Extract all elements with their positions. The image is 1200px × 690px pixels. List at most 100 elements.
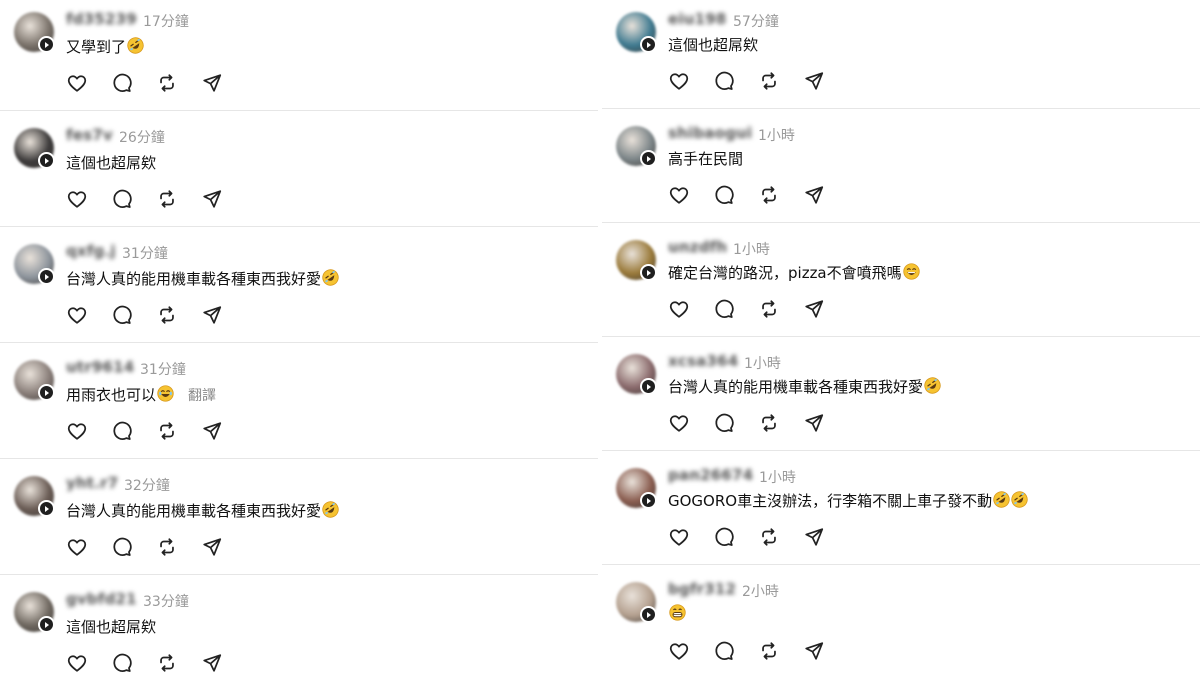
follow-badge-icon[interactable] bbox=[640, 264, 657, 281]
username[interactable]: utr9614 bbox=[66, 358, 134, 376]
action-bar bbox=[668, 526, 848, 548]
follow-badge-icon[interactable] bbox=[640, 150, 657, 167]
repost-icon[interactable] bbox=[758, 526, 803, 548]
comment-icon[interactable] bbox=[713, 412, 758, 434]
comment-body: GOGORO車主沒辦法，行李箱不關上車子發不動 bbox=[668, 492, 993, 510]
send-icon[interactable] bbox=[803, 640, 848, 662]
comment-separator bbox=[0, 574, 598, 575]
repost-icon[interactable] bbox=[758, 184, 803, 206]
comment-text: 台灣人真的能用機車載各種東西我好愛 bbox=[668, 376, 941, 398]
follow-badge-icon[interactable] bbox=[38, 616, 55, 633]
heart-icon[interactable] bbox=[668, 70, 713, 92]
comment-body: 這個也超屌欸 bbox=[668, 36, 759, 54]
comment-icon[interactable] bbox=[111, 188, 156, 210]
heart-icon[interactable] bbox=[66, 188, 111, 210]
comment-text bbox=[668, 604, 686, 625]
comment-item: shibaogui 1小時 高手在民間 bbox=[602, 114, 1200, 224]
comment-item: qxfg.j 31分鐘 台灣人真的能用機車載各種東西我好愛 bbox=[0, 232, 598, 342]
timestamp: 2小時 bbox=[742, 584, 779, 600]
comment-icon[interactable] bbox=[713, 640, 758, 662]
comment-icon[interactable] bbox=[713, 70, 758, 92]
repost-icon[interactable] bbox=[758, 70, 803, 92]
send-icon[interactable] bbox=[803, 526, 848, 548]
comment-icon[interactable] bbox=[713, 526, 758, 548]
username[interactable]: bgfr312 bbox=[668, 580, 736, 598]
follow-badge-icon[interactable] bbox=[640, 606, 657, 623]
comment-body: 這個也超屌欸 bbox=[66, 154, 157, 172]
repost-icon[interactable] bbox=[758, 298, 803, 320]
heart-icon[interactable] bbox=[66, 536, 111, 558]
action-bar bbox=[668, 184, 848, 206]
heart-icon[interactable] bbox=[668, 640, 713, 662]
follow-badge-icon[interactable] bbox=[38, 36, 55, 53]
username[interactable]: qxfg.j bbox=[66, 242, 116, 260]
username[interactable]: xcsa364 bbox=[668, 352, 738, 370]
follow-badge-icon[interactable] bbox=[38, 268, 55, 285]
repost-icon[interactable] bbox=[156, 536, 201, 558]
heart-icon[interactable] bbox=[668, 298, 713, 320]
heart-icon[interactable] bbox=[66, 652, 111, 674]
comment-item: utr9614 31分鐘 用雨衣也可以 翻譯 bbox=[0, 348, 598, 458]
heart-icon[interactable] bbox=[66, 72, 111, 94]
repost-icon[interactable] bbox=[758, 412, 803, 434]
comment-icon[interactable] bbox=[111, 652, 156, 674]
send-icon[interactable] bbox=[201, 420, 246, 442]
follow-badge-icon[interactable] bbox=[38, 384, 55, 401]
follow-badge-icon[interactable] bbox=[640, 36, 657, 53]
joy-emoji-icon bbox=[157, 385, 174, 406]
repost-icon[interactable] bbox=[156, 72, 201, 94]
heart-icon[interactable] bbox=[668, 412, 713, 434]
heart-icon[interactable] bbox=[668, 184, 713, 206]
send-icon[interactable] bbox=[803, 184, 848, 206]
comment-icon[interactable] bbox=[111, 72, 156, 94]
follow-badge-icon[interactable] bbox=[38, 500, 55, 517]
repost-icon[interactable] bbox=[156, 188, 201, 210]
follow-badge-icon[interactable] bbox=[38, 152, 55, 169]
action-bar bbox=[668, 70, 848, 92]
comment-body: 又學到了 bbox=[66, 38, 127, 56]
send-icon[interactable] bbox=[201, 188, 246, 210]
send-icon[interactable] bbox=[201, 304, 246, 326]
username[interactable]: unzdfh bbox=[668, 238, 727, 256]
comment-item: eiu198 57分鐘 這個也超屌欸 bbox=[602, 0, 1200, 110]
username[interactable]: shibaogui bbox=[668, 124, 752, 142]
repost-icon[interactable] bbox=[156, 652, 201, 674]
comment-icon[interactable] bbox=[111, 420, 156, 442]
send-icon[interactable] bbox=[803, 70, 848, 92]
comment-icon[interactable] bbox=[111, 304, 156, 326]
action-bar bbox=[66, 304, 246, 326]
comments-column-left: fd35239 17分鐘 又學到了 fes7v 26分鐘 這個也超屌欸 qxfg.j 31分鐘… bbox=[0, 0, 598, 675]
comment-body: 台灣人真的能用機車載各種東西我好愛 bbox=[668, 378, 924, 396]
send-icon[interactable] bbox=[201, 652, 246, 674]
heart-icon[interactable] bbox=[66, 304, 111, 326]
repost-icon[interactable] bbox=[758, 640, 803, 662]
username[interactable]: pan26674 bbox=[668, 466, 753, 484]
username[interactable]: eiu198 bbox=[668, 10, 727, 28]
username[interactable]: fes7v bbox=[66, 126, 113, 144]
username[interactable]: yht.r7 bbox=[66, 474, 118, 492]
comment-icon[interactable] bbox=[713, 184, 758, 206]
send-icon[interactable] bbox=[201, 72, 246, 94]
heart-icon[interactable] bbox=[668, 526, 713, 548]
username[interactable]: fd35239 bbox=[66, 10, 137, 28]
heart-icon[interactable] bbox=[66, 420, 111, 442]
translate-link[interactable]: 翻譯 bbox=[188, 388, 216, 404]
comment-body: 高手在民間 bbox=[668, 150, 744, 168]
username[interactable]: gvbfd21 bbox=[66, 590, 137, 608]
laugh-emoji-icon bbox=[902, 263, 920, 284]
timestamp: 33分鐘 bbox=[143, 594, 189, 610]
repost-icon[interactable] bbox=[156, 304, 201, 326]
follow-badge-icon[interactable] bbox=[640, 492, 657, 509]
send-icon[interactable] bbox=[803, 298, 848, 320]
timestamp: 1小時 bbox=[759, 470, 796, 486]
send-icon[interactable] bbox=[803, 412, 848, 434]
send-icon[interactable] bbox=[201, 536, 246, 558]
comment-icon[interactable] bbox=[713, 298, 758, 320]
follow-badge-icon[interactable] bbox=[640, 378, 657, 395]
repost-icon[interactable] bbox=[156, 420, 201, 442]
comment-item: yht.r7 32分鐘 台灣人真的能用機車載各種東西我好愛 bbox=[0, 464, 598, 574]
comment-item: fd35239 17分鐘 又學到了 bbox=[0, 0, 598, 110]
comment-icon[interactable] bbox=[111, 536, 156, 558]
action-bar bbox=[66, 72, 246, 94]
rofl-emoji-icon bbox=[924, 377, 941, 398]
